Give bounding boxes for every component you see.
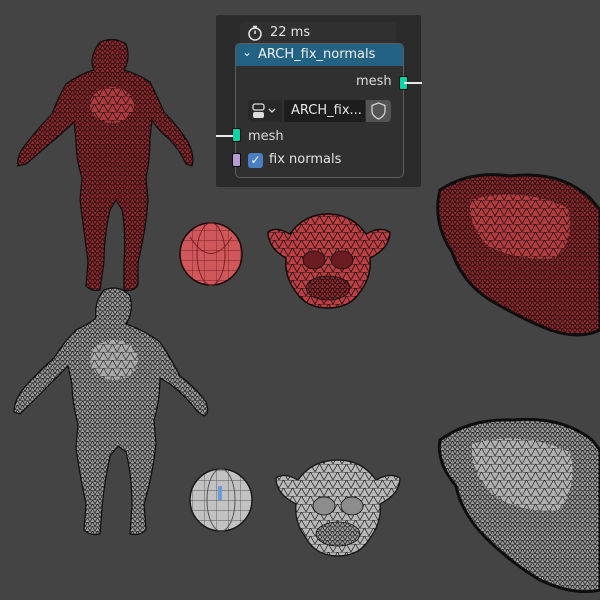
output-socket-label: mesh (356, 74, 392, 89)
terrain-mesh-flipped (436, 173, 600, 337)
input-socket-mesh[interactable] (232, 128, 241, 142)
checkmark-icon: ✓ (250, 153, 261, 167)
terrain-mesh-fixed (437, 417, 600, 594)
input-socket-fix-normals[interactable] (232, 153, 241, 167)
node-tree-icon (252, 103, 276, 118)
node-group-name[interactable]: ARCH_fix... (284, 100, 365, 122)
output-link (404, 82, 422, 84)
input-socket-label: mesh (248, 129, 284, 144)
group-node[interactable]: ⌄ ARCH_fix_normals mesh ARCH_fix... mesh… (232, 43, 408, 178)
node-title: ARCH_fix_normals (258, 47, 376, 62)
fake-user-button[interactable] (366, 100, 391, 122)
execution-time-badge: 22 ms (240, 22, 396, 44)
execution-time: 22 ms (270, 25, 311, 40)
chevron-down-icon[interactable]: ⌄ (242, 45, 252, 59)
uv-sphere-fixed (189, 468, 253, 532)
fix-normals-checkbox[interactable]: ✓ (248, 153, 263, 168)
humanoid-mesh-fixed (13, 287, 209, 536)
input-link (216, 135, 233, 137)
fix-normals-label: fix normals (269, 152, 342, 167)
uv-sphere-flipped (179, 222, 243, 286)
monkey-head-fixed (275, 459, 401, 557)
shield-icon (371, 102, 386, 120)
monkey-head-flipped (267, 213, 391, 309)
stopwatch-icon (248, 25, 262, 41)
node-tree-dropdown[interactable] (248, 100, 282, 122)
humanoid-mesh-flipped (17, 38, 194, 292)
node-header[interactable]: ⌄ ARCH_fix_normals (236, 44, 403, 66)
